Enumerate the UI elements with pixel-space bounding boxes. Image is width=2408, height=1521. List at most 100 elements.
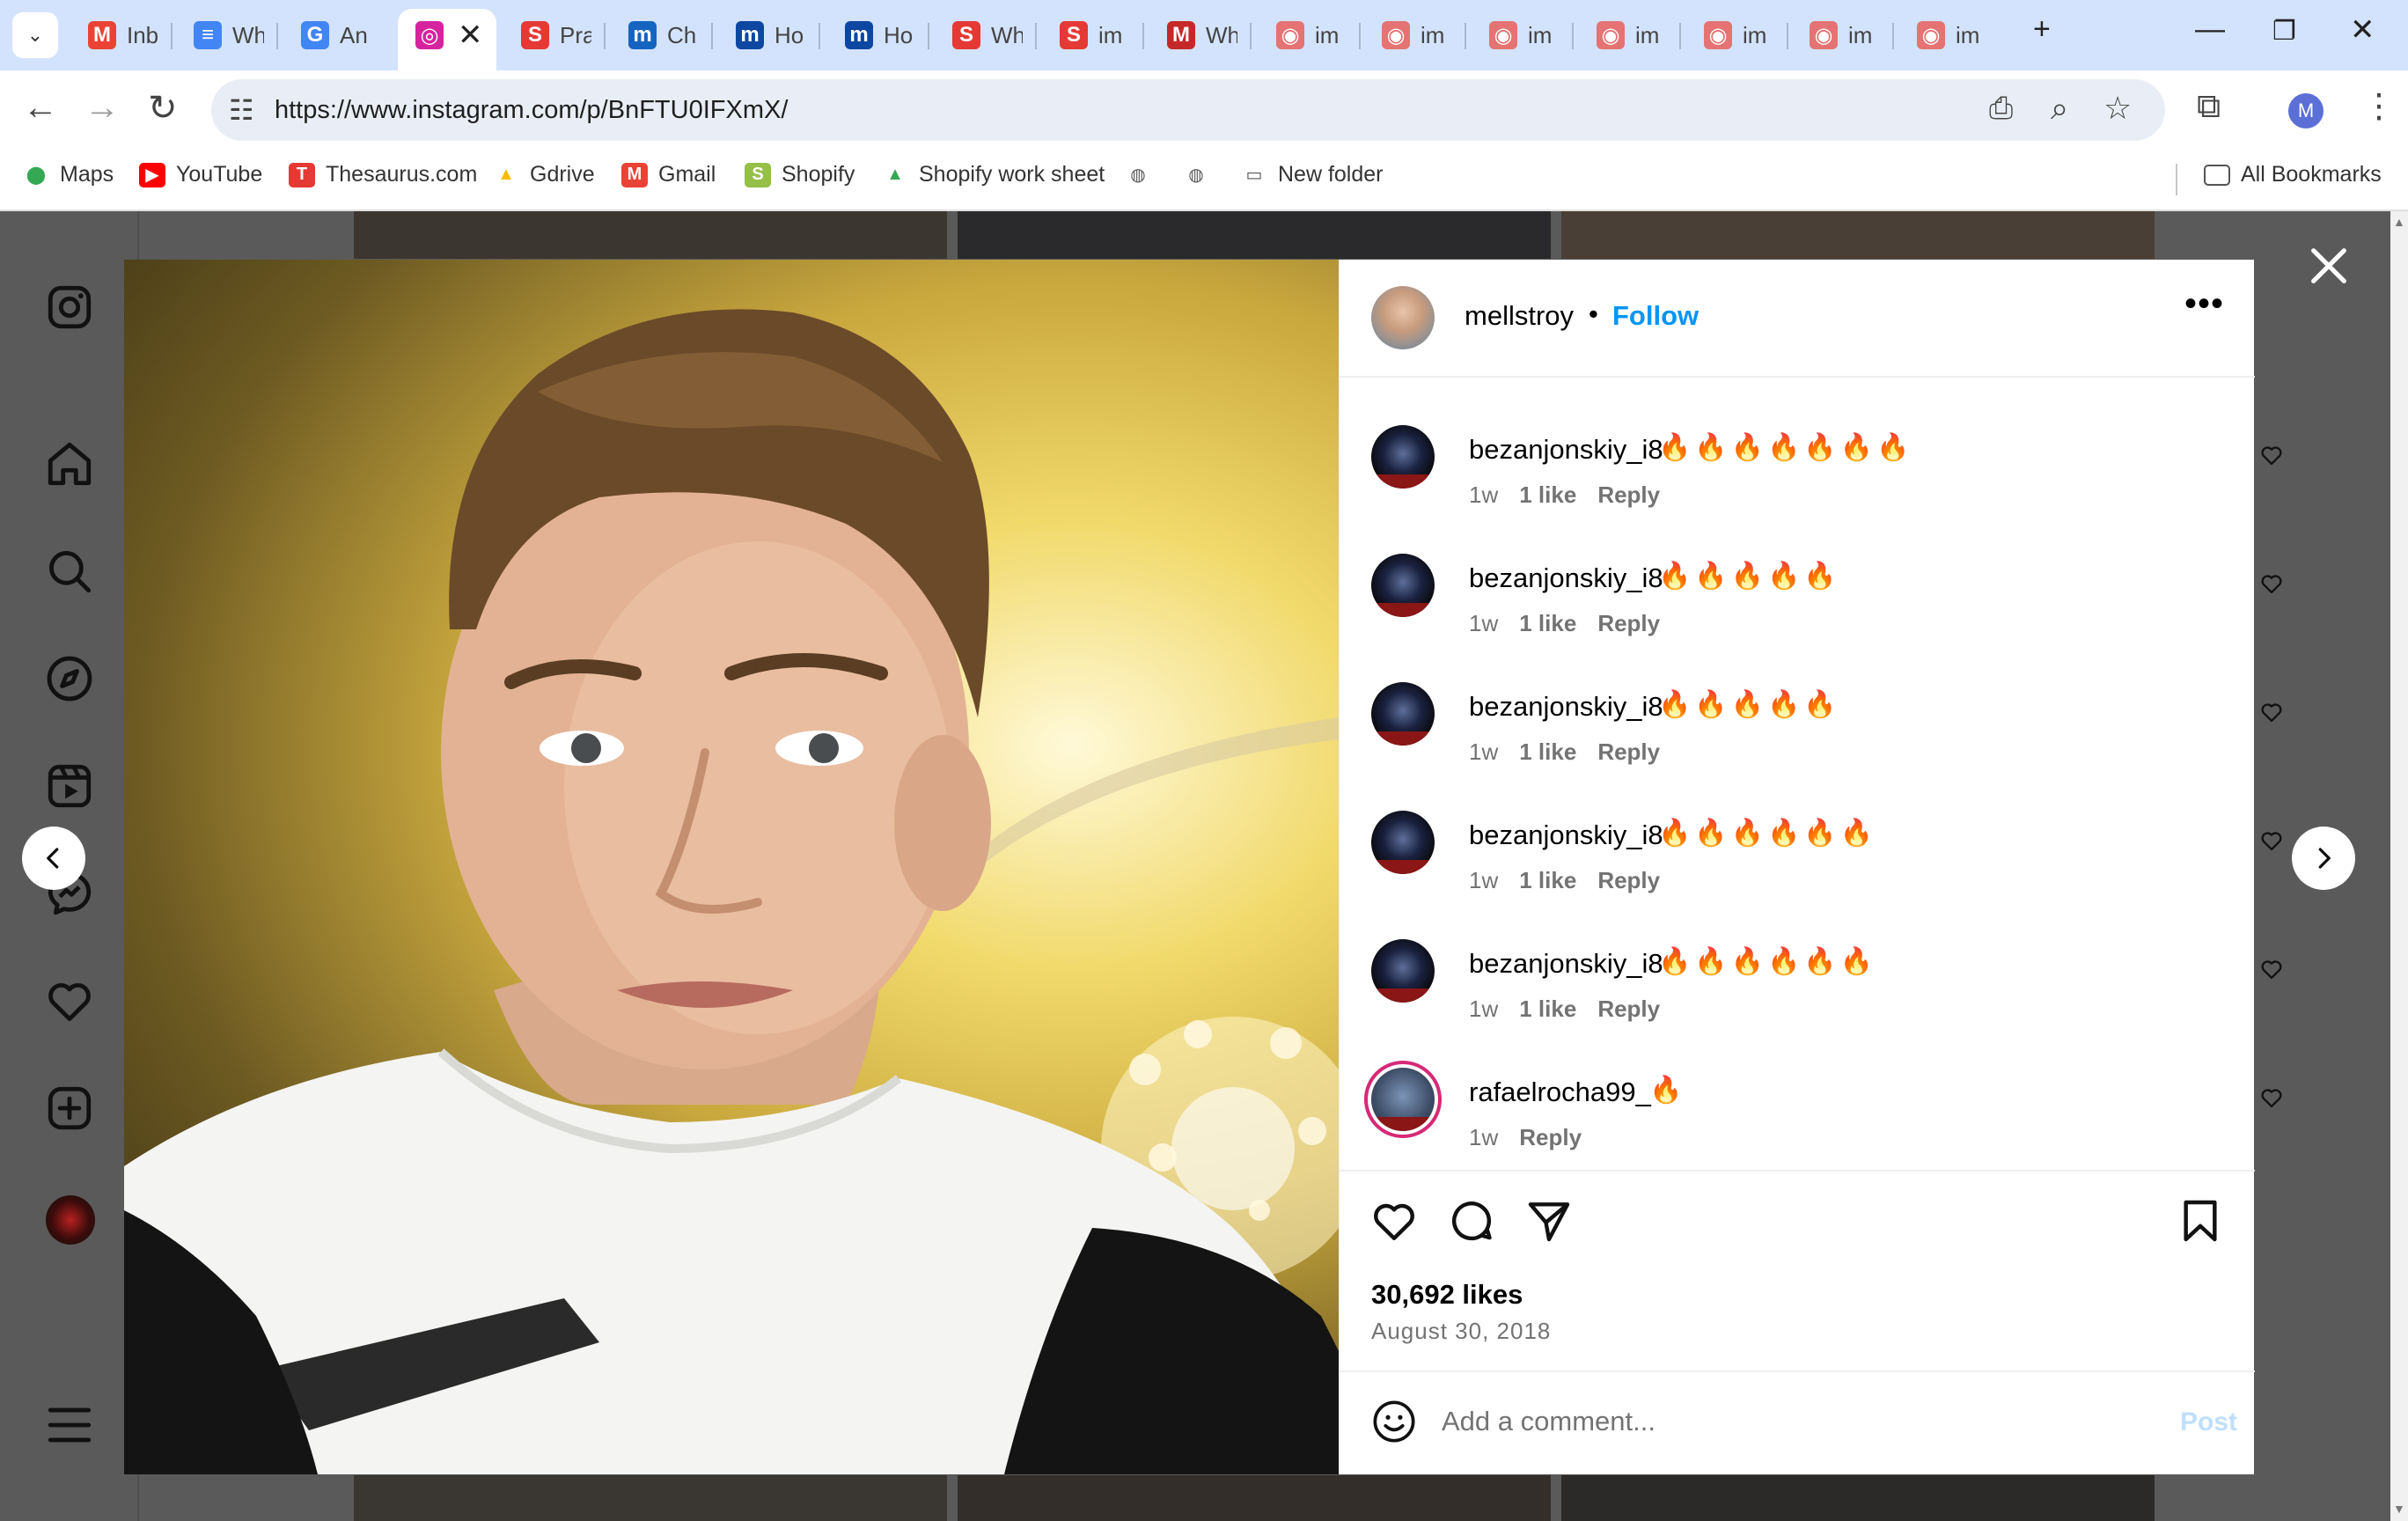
site-info-icon[interactable]: ☷ (229, 93, 254, 127)
browser-tab[interactable]: ◉ im (1472, 11, 1570, 60)
browser-tab[interactable]: ◉ im (1792, 11, 1890, 60)
page-scrollbar[interactable]: ▲ ▼ (2390, 211, 2408, 1521)
comment-time[interactable]: 1w (1469, 1124, 1498, 1150)
forward-icon[interactable]: → (84, 88, 120, 128)
comment-reply-button[interactable]: Reply (1597, 481, 1660, 508)
window-close-icon[interactable]: ✕ (2350, 12, 2375, 48)
explore-icon[interactable] (44, 653, 95, 704)
instagram-logo-icon[interactable] (44, 282, 95, 333)
commenter-username[interactable]: rafaelrocha99_ (1469, 1076, 1651, 1108)
more-menu-icon[interactable] (44, 1400, 95, 1451)
browser-tab[interactable]: G An (283, 11, 382, 60)
post-date[interactable]: August 30, 2018 (1371, 1318, 1551, 1345)
more-options-icon[interactable]: ••• (2184, 284, 2224, 324)
restore-icon[interactable]: ❐ (2272, 16, 2296, 47)
bookmark-item[interactable]: ⬤ Maps (23, 162, 114, 187)
scroll-down-icon[interactable]: ▼ (2393, 1502, 2405, 1516)
scroll-up-icon[interactable]: ▲ (2393, 215, 2405, 229)
comment-time[interactable]: 1w (1469, 738, 1498, 765)
profile-avatar[interactable]: M (2288, 93, 2324, 129)
install-app-icon[interactable]: ⎙ (1989, 92, 2013, 126)
browser-tab[interactable]: S Pra (503, 11, 602, 60)
comment-like-heart-icon[interactable] (2258, 828, 2285, 853)
commenter-avatar[interactable] (1371, 554, 1435, 617)
bookmark-item[interactable]: M Gmail (621, 162, 716, 187)
create-icon[interactable] (44, 1083, 95, 1134)
owner-avatar[interactable] (1371, 286, 1435, 349)
url-text[interactable]: https://www.instagram.com/p/BnFTU0IFXmX/ (275, 96, 788, 125)
browser-tab[interactable]: m Ho (827, 11, 926, 60)
home-icon[interactable] (44, 438, 95, 489)
browser-tab[interactable]: ◉ im (1686, 11, 1785, 60)
commenter-avatar[interactable] (1371, 1068, 1435, 1131)
back-icon[interactable]: ← (23, 88, 58, 128)
browser-tab[interactable]: ◉ im (1579, 11, 1678, 60)
minimize-icon[interactable]: — (2195, 12, 2225, 47)
browser-tab[interactable]: M Inbox (70, 11, 169, 60)
browser-tab[interactable]: M Wh (1149, 11, 1248, 60)
commenter-username[interactable]: bezanjonskiy_i8 (1469, 819, 1663, 851)
zoom-icon[interactable]: ⌕ (2051, 90, 2068, 128)
comment-time[interactable]: 1w (1469, 481, 1498, 508)
bookmark-item[interactable]: ◍ (1125, 162, 1162, 187)
reload-icon[interactable]: ↻ (148, 88, 178, 129)
commenter-username[interactable]: bezanjonskiy_i8 (1469, 691, 1663, 723)
all-bookmarks-button[interactable]: All Bookmarks (2204, 162, 2382, 187)
comment-like-heart-icon[interactable] (2258, 957, 2285, 981)
browser-tab[interactable]: ◎ (398, 11, 454, 60)
profile-avatar-sidebar[interactable] (46, 1195, 95, 1245)
comment-time[interactable]: 1w (1469, 996, 1498, 1022)
bookmark-item[interactable]: S Shopify (745, 162, 855, 187)
close-modal-icon[interactable] (2306, 243, 2352, 289)
bookmark-item[interactable]: ▲ Shopify work sheet (882, 162, 1105, 187)
comment-likes[interactable]: 1 like (1519, 738, 1576, 765)
commenter-username[interactable]: bezanjonskiy_i8 (1469, 434, 1663, 466)
extensions-icon[interactable]: ⧉ (2197, 88, 2221, 126)
comment-like-heart-icon[interactable] (2258, 700, 2285, 724)
comment-time[interactable]: 1w (1469, 610, 1498, 636)
like-heart-icon[interactable] (1369, 1196, 1419, 1245)
save-bookmark-icon[interactable] (2176, 1196, 2225, 1245)
previous-post-button[interactable] (22, 827, 85, 890)
commenter-username[interactable]: bezanjonskiy_i8 (1469, 948, 1663, 980)
bookmark-item[interactable]: ▭ New folder (1241, 162, 1384, 187)
comment-like-heart-icon[interactable] (2258, 1085, 2285, 1110)
close-tab-icon[interactable]: ✕ (458, 18, 483, 53)
comment-reply-button[interactable]: Reply (1597, 610, 1660, 636)
comment-time[interactable]: 1w (1469, 867, 1498, 893)
browser-tab[interactable]: Sim (1042, 11, 1141, 60)
commenter-avatar[interactable] (1371, 939, 1435, 1003)
bookmark-item[interactable]: ◍ (1183, 162, 1220, 187)
comment-reply-button[interactable]: Reply (1519, 1124, 1582, 1150)
comment-reply-button[interactable]: Reply (1597, 996, 1660, 1022)
comment-reply-button[interactable]: Reply (1597, 738, 1660, 765)
browser-tab[interactable]: ◉ im (1364, 11, 1463, 60)
browser-tab[interactable]: ◉ im (1259, 11, 1357, 60)
owner-username[interactable]: mellstroy (1465, 300, 1574, 332)
comment-bubble-icon[interactable] (1447, 1196, 1496, 1245)
post-comment-button[interactable]: Post (2180, 1407, 2237, 1437)
comment-likes[interactable]: 1 like (1519, 481, 1576, 508)
comment-likes[interactable]: 1 like (1519, 996, 1576, 1022)
browser-tab[interactable]: S Wh (935, 11, 1033, 60)
next-post-button[interactable] (2292, 827, 2355, 890)
add-comment-input[interactable] (1442, 1399, 2128, 1444)
notifications-heart-icon[interactable] (44, 975, 95, 1026)
reels-icon[interactable] (44, 760, 95, 812)
emoji-icon[interactable] (1371, 1399, 1417, 1444)
bookmark-star-icon[interactable]: ☆ (2103, 90, 2132, 127)
bookmark-item[interactable]: ▶ YouTube (139, 162, 262, 187)
post-photo[interactable] (124, 260, 1339, 1474)
likes-count[interactable]: 30,692 likes (1371, 1279, 1523, 1311)
comment-reply-button[interactable]: Reply (1597, 867, 1660, 893)
comment-like-heart-icon[interactable] (2258, 571, 2285, 596)
browser-menu-icon[interactable]: ⋮ (2362, 86, 2396, 126)
new-tab-icon[interactable]: + (2033, 12, 2051, 47)
browser-tab[interactable]: ◉ im (1899, 11, 1998, 60)
comment-likes[interactable]: 1 like (1519, 610, 1576, 636)
commenter-username[interactable]: bezanjonskiy_i8 (1469, 562, 1663, 594)
browser-tab[interactable]: m Ho (718, 11, 817, 60)
comment-likes[interactable]: 1 like (1519, 867, 1576, 893)
commenter-avatar[interactable] (1371, 682, 1435, 746)
bookmark-item[interactable]: ▲ Gdrive (493, 162, 595, 187)
